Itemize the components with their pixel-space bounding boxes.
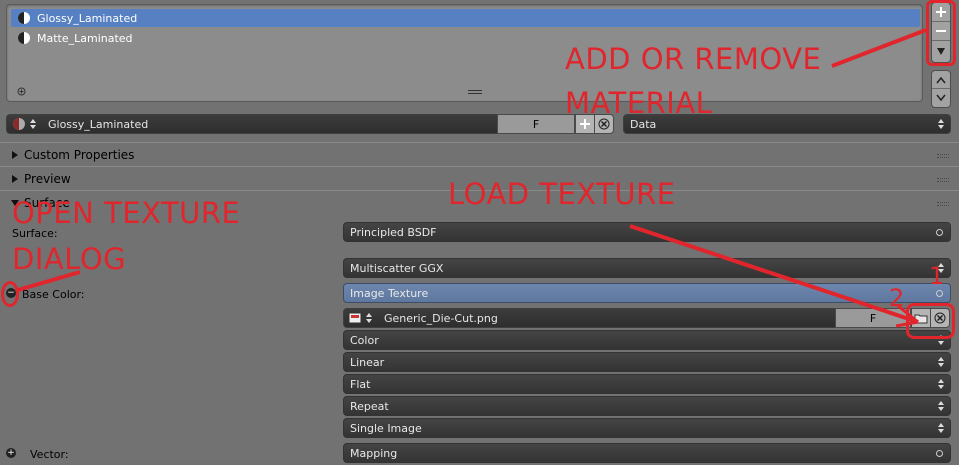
list-resize-grip[interactable] bbox=[468, 90, 482, 94]
triangle-right-icon bbox=[12, 150, 18, 159]
projection-dropdown[interactable]: Flat bbox=[343, 374, 951, 394]
image-name-field[interactable]: Generic_Die-Cut.png bbox=[378, 312, 835, 325]
panel-title: Custom Properties bbox=[24, 147, 135, 162]
panel-drag-grip[interactable] bbox=[937, 154, 949, 158]
up-down-arrows-icon bbox=[938, 401, 944, 411]
dropdown-value: Color bbox=[350, 333, 379, 347]
annotation-load-texture: LOAD TEXTURE bbox=[448, 177, 676, 211]
expand-vector-icon[interactable]: + bbox=[6, 448, 16, 458]
dropdown-value: Image Texture bbox=[350, 286, 429, 300]
dropdown-value: Principled BSDF bbox=[350, 225, 437, 239]
material-browse[interactable]: Glossy_Laminated bbox=[6, 114, 498, 134]
slot-move-buttons bbox=[931, 70, 951, 108]
panel-title: Preview bbox=[24, 171, 71, 186]
chevron-down-icon bbox=[936, 94, 946, 102]
annotation-step-2: 2 bbox=[889, 284, 905, 312]
highlight-add-remove bbox=[926, 0, 956, 66]
material-sphere-icon bbox=[13, 118, 25, 130]
panel-custom-properties[interactable]: Custom Properties bbox=[0, 142, 959, 166]
material-users-field[interactable]: F bbox=[497, 114, 575, 134]
material-slot-label: Matte_Laminated bbox=[37, 31, 133, 45]
users-count: F bbox=[532, 117, 540, 131]
image-icon bbox=[348, 312, 362, 324]
highlight-open-dialog bbox=[1, 281, 19, 307]
image-source-dropdown[interactable]: Single Image bbox=[343, 418, 951, 438]
color-space-dropdown[interactable]: Color bbox=[343, 330, 951, 350]
dropdown-value: Repeat bbox=[350, 399, 389, 413]
highlight-load-texture bbox=[906, 303, 955, 339]
up-down-arrows-icon bbox=[366, 313, 372, 323]
base-color-label: Base Color: bbox=[22, 288, 85, 301]
base-color-node-dropdown[interactable]: Image Texture bbox=[343, 283, 951, 303]
panel-drag-grip[interactable] bbox=[937, 202, 949, 206]
triangle-right-icon bbox=[12, 174, 18, 183]
socket-icon bbox=[936, 289, 943, 297]
socket-icon bbox=[936, 449, 943, 457]
dropdown-value: Linear bbox=[350, 355, 385, 369]
users-count: F bbox=[869, 311, 877, 325]
move-up-button[interactable] bbox=[932, 71, 950, 90]
chevron-up-icon bbox=[936, 76, 946, 83]
move-down-button[interactable] bbox=[932, 89, 950, 107]
annotation-material: MATERIAL bbox=[565, 86, 713, 120]
material-name-field[interactable]: Glossy_Laminated bbox=[42, 118, 497, 131]
list-filter-plus-icon[interactable] bbox=[17, 87, 26, 96]
up-down-arrows-icon bbox=[938, 119, 944, 129]
material-sphere-icon bbox=[18, 32, 30, 44]
up-down-arrows-icon bbox=[30, 119, 36, 129]
up-down-arrows-icon bbox=[938, 423, 944, 433]
up-down-arrows-icon bbox=[938, 379, 944, 389]
distribution-dropdown[interactable]: Multiscatter GGX bbox=[343, 258, 951, 278]
extension-dropdown[interactable]: Repeat bbox=[343, 396, 951, 416]
annotation-open-texture: OPEN TEXTURE bbox=[12, 196, 241, 230]
interpolation-dropdown[interactable]: Linear bbox=[343, 352, 951, 372]
dropdown-value: Single Image bbox=[350, 421, 422, 435]
material-sphere-icon bbox=[18, 12, 30, 24]
material-slot-glossy[interactable]: Glossy_Laminated bbox=[11, 9, 920, 27]
dropdown-value: Multiscatter GGX bbox=[350, 261, 444, 275]
surface-shader-dropdown[interactable]: Principled BSDF bbox=[343, 222, 951, 242]
annotation-dialog: DIALOG bbox=[12, 242, 127, 276]
vector-label: Vector: bbox=[30, 448, 69, 461]
image-browse[interactable]: Generic_Die-Cut.png bbox=[343, 308, 836, 328]
annotation-step-1: 1 bbox=[929, 262, 945, 290]
dropdown-value: Flat bbox=[350, 377, 371, 391]
annotation-add-remove: ADD OR REMOVE bbox=[565, 42, 822, 76]
socket-icon bbox=[936, 228, 943, 236]
panel-drag-grip[interactable] bbox=[937, 178, 949, 182]
up-down-arrows-icon bbox=[938, 357, 944, 367]
material-slot-label: Glossy_Laminated bbox=[37, 11, 138, 25]
vector-node-dropdown[interactable]: Mapping bbox=[343, 443, 951, 463]
dropdown-value: Mapping bbox=[350, 446, 398, 460]
